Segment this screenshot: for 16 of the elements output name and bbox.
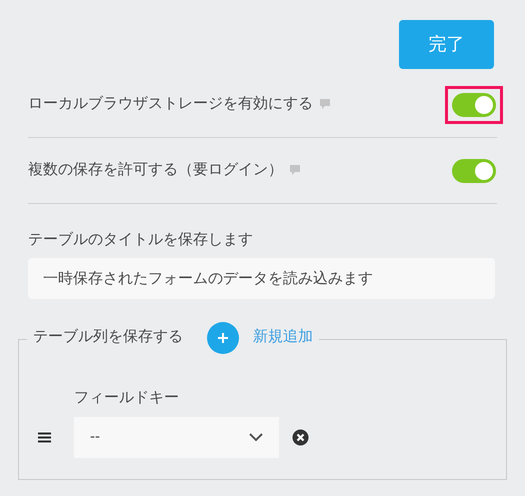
comment-icon: [319, 98, 331, 111]
chevron-down-icon: [249, 433, 263, 442]
remove-icon[interactable]: [292, 429, 309, 446]
toggle-switch[interactable]: [452, 158, 496, 182]
setting-label: ローカルブラウザストレージを有効にする: [28, 94, 313, 114]
add-button[interactable]: [207, 322, 239, 354]
comment-icon: [289, 164, 301, 177]
setting-label: 複数の保存を許可する（要ログイン）: [28, 160, 283, 180]
field-label: テーブルのタイトルを保存します: [28, 230, 254, 250]
drag-handle-icon[interactable]: [38, 432, 51, 443]
section-legend: テーブル列を保存する: [33, 326, 183, 349]
title-input[interactable]: 一時保存されたフォームのデータを読み込みます: [28, 258, 495, 298]
toggle-switch[interactable]: [452, 92, 496, 116]
plus-icon: [217, 332, 229, 344]
field-key-select[interactable]: --: [74, 417, 279, 458]
field-label: フィールドキー: [74, 388, 179, 408]
